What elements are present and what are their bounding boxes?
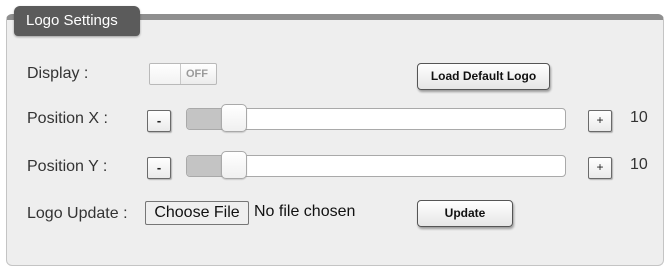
position-x-label: Position X :: [27, 110, 108, 127]
position-x-increase-button[interactable]: +: [588, 110, 612, 132]
file-status-text: No file chosen: [254, 203, 356, 220]
toggle-knob: [150, 64, 181, 84]
position-x-slider-handle[interactable]: [221, 104, 247, 132]
position-y-slider-handle[interactable]: [221, 151, 247, 179]
position-y-slider[interactable]: [186, 151, 566, 179]
position-x-decrease-button[interactable]: -: [147, 110, 171, 132]
update-button[interactable]: Update: [417, 200, 513, 227]
logo-settings-panel: [6, 14, 664, 266]
display-toggle[interactable]: OFF: [149, 63, 217, 85]
toggle-state-text: OFF: [186, 68, 208, 80]
position-y-decrease-button[interactable]: -: [147, 157, 171, 179]
panel-title-tab: Logo Settings: [14, 6, 140, 36]
position-y-increase-button[interactable]: +: [588, 157, 612, 179]
load-default-logo-button[interactable]: Load Default Logo: [417, 63, 550, 90]
logo-update-label: Logo Update :: [27, 205, 128, 222]
position-y-label: Position Y :: [27, 158, 108, 175]
position-x-slider[interactable]: [186, 104, 566, 132]
position-y-value: 10: [630, 156, 648, 173]
position-x-value: 10: [630, 109, 648, 126]
display-label: Display :: [27, 65, 89, 82]
choose-file-button[interactable]: Choose File: [145, 201, 249, 225]
